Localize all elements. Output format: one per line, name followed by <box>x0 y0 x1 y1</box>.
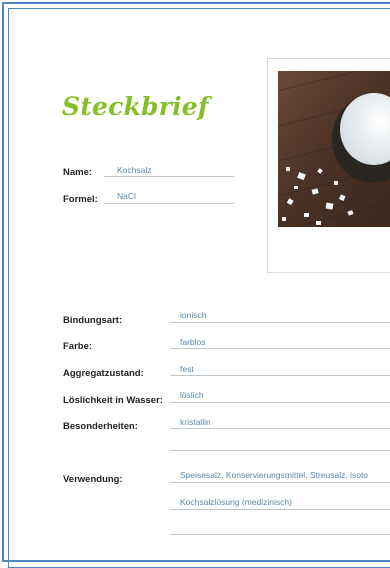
name-label: Name: <box>63 167 93 178</box>
besonderheiten-underline <box>170 428 390 429</box>
besonderheiten-label: Besonderheiten: <box>63 421 138 432</box>
verwendung-value-1: Speisesalz, Konservierungsmittel, Streus… <box>180 470 369 480</box>
formel-underline <box>104 203 234 204</box>
formel-label: Formel: <box>63 194 98 205</box>
verwendung-value-2: Kochsalzlösung (medizinisch) <box>180 497 292 507</box>
name-value: Kochsalz <box>117 165 152 175</box>
bindungsart-underline <box>170 322 390 323</box>
page-title: Steckbrief <box>62 92 209 121</box>
loeslichkeit-value: löslich <box>180 390 204 400</box>
besonderheiten-underline-2 <box>170 450 390 451</box>
loeslichkeit-underline <box>170 402 390 403</box>
bindungsart-label: Bindungsart: <box>63 315 123 326</box>
formel-value: NaCl <box>117 191 136 201</box>
verwendung-underline-3 <box>170 534 390 535</box>
verwendung-underline-2 <box>170 509 390 510</box>
verwendung-label: Verwendung: <box>63 474 123 485</box>
loeslichkeit-label: Löslichkeit in Wasser: <box>63 395 163 406</box>
salt-photo <box>278 71 390 227</box>
bindungsart-value: ionisch <box>180 310 207 320</box>
aggregatzustand-underline <box>170 375 390 376</box>
verwendung-underline-1 <box>170 482 390 483</box>
aggregatzustand-value: fest <box>180 364 194 374</box>
farbe-value: farblos <box>180 337 206 347</box>
name-underline <box>104 176 234 177</box>
farbe-underline <box>170 348 390 349</box>
aggregatzustand-label: Aggregatzustand: <box>63 368 144 379</box>
farbe-label: Farbe: <box>63 341 93 352</box>
besonderheiten-value: kristallin <box>180 417 211 427</box>
